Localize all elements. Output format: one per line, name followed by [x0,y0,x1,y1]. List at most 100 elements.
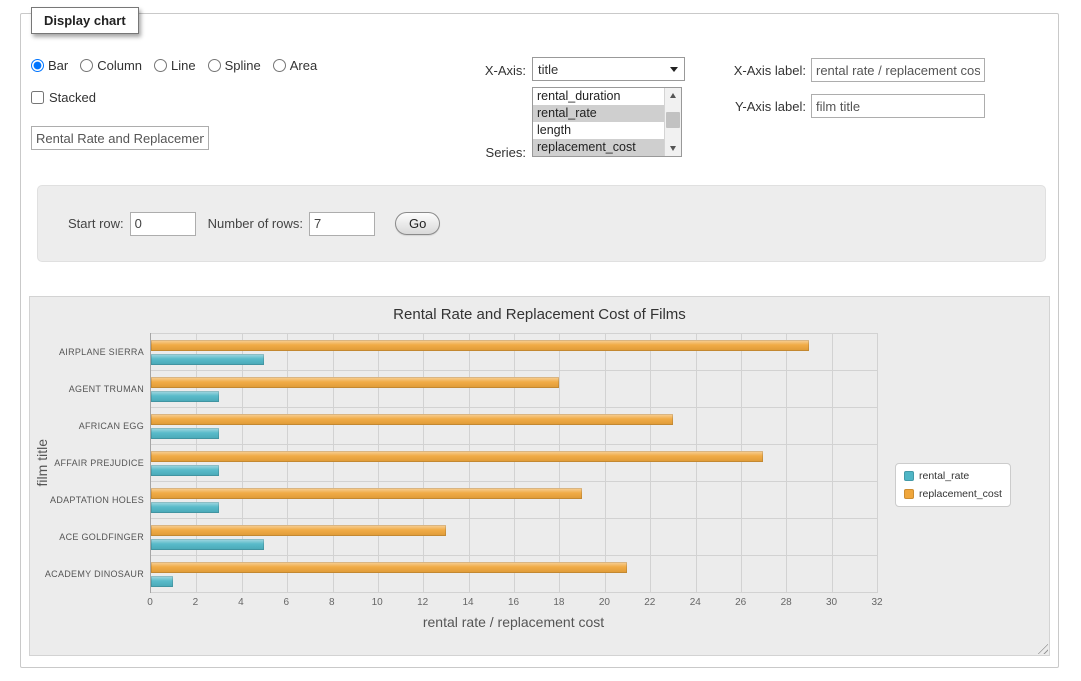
x-tick-label: 10 [372,597,383,608]
category-label: ADAPTATION HOLES [50,482,144,519]
bar-replacement_cost[interactable] [151,525,446,536]
chart-panel: Rental Rate and Replacement Cost of Film… [29,296,1050,656]
x-axis-label-input[interactable] [811,58,985,82]
x-tick-label: 22 [644,597,655,608]
x-axis-ticks: 02468101214161820222426283032 [150,597,877,609]
y-axis-label-input[interactable] [811,94,985,118]
chart-type-option-area[interactable]: Area [273,58,317,73]
scroll-track[interactable] [665,103,681,141]
bar-rental_rate[interactable] [151,428,219,439]
go-button[interactable]: Go [395,212,440,235]
series-options: rental_durationrental_ratelengthreplacem… [533,88,664,156]
bar-rows [151,333,877,593]
stacked-checkbox-row[interactable]: Stacked [31,90,96,105]
gridline [877,333,878,593]
x-tick-label: 2 [193,597,199,608]
series-option-replacement_cost[interactable]: replacement_cost [533,139,664,156]
series-option-length[interactable]: length [533,122,664,139]
bar-replacement_cost[interactable] [151,562,627,573]
bar-rental_rate[interactable] [151,354,264,365]
bar-group [151,519,877,556]
start-row-label: Start row: [68,216,124,231]
legend-swatch [904,489,914,499]
x-tick-label: 32 [871,597,882,608]
legend-item-rental_rate[interactable]: rental_rate [904,470,1002,482]
chart-type-label: Spline [225,58,261,73]
series-option-rental_rate[interactable]: rental_rate [533,105,664,122]
chart-type-label: Bar [48,58,68,73]
chart-type-label: Column [97,58,142,73]
start-row-input[interactable] [130,212,196,236]
scroll-up-button[interactable] [665,88,681,103]
x-tick-label: 6 [284,597,290,608]
bar-group [151,334,877,371]
chart-type-option-bar[interactable]: Bar [31,58,68,73]
category-label: ACE GOLDFINGER [50,519,144,556]
x-tick-label: 30 [826,597,837,608]
chart-type-radio-bar[interactable] [31,59,44,72]
bar-rental_rate[interactable] [151,576,173,587]
series-listbox[interactable]: rental_durationrental_ratelengthreplacem… [532,87,682,157]
chart-type-radio-line[interactable] [154,59,167,72]
chart-type-option-column[interactable]: Column [80,58,142,73]
row-controls-panel: Start row: Number of rows: Go [37,185,1046,262]
x-tick-label: 24 [690,597,701,608]
bar-group [151,556,877,593]
stacked-checkbox[interactable] [31,91,44,104]
legend-swatch [904,471,914,481]
bar-replacement_cost[interactable] [151,377,559,388]
bar-replacement_cost[interactable] [151,340,809,351]
bar-replacement_cost[interactable] [151,451,763,462]
bar-replacement_cost[interactable] [151,414,673,425]
chart-type-radio-area[interactable] [273,59,286,72]
series-listbox-label: Series: [441,145,526,161]
triangle-up-icon [670,93,676,98]
triangle-down-icon [670,146,676,151]
category-label: AGENT TRUMAN [50,370,144,407]
legend-item-replacement_cost[interactable]: replacement_cost [904,488,1002,500]
scroll-down-button[interactable] [665,141,681,156]
category-label: AFFAIR PREJUDICE [50,444,144,481]
x-axis-select-wrap: title [532,57,685,81]
category-label: AIRPLANE SIERRA [50,333,144,370]
series-option-rental_duration[interactable]: rental_duration [533,88,664,105]
number-of-rows-input[interactable] [309,212,375,236]
bar-rental_rate[interactable] [151,391,219,402]
x-tick-label: 14 [463,597,474,608]
bar-rental_rate[interactable] [151,465,219,476]
x-tick-label: 26 [735,597,746,608]
chart-title: Rental Rate and Replacement Cost of Film… [30,306,1049,323]
chart-type-label: Line [171,58,196,73]
listbox-scrollbar[interactable] [664,88,681,156]
x-tick-label: 8 [329,597,335,608]
x-axis-title: rental rate / replacement cost [150,614,877,630]
x-axis-select-label: X-Axis: [441,63,526,79]
chart-type-radio-group: Bar Column Line Spline Area [31,58,317,73]
x-axis-select[interactable]: title [532,57,685,81]
resize-handle-icon[interactable] [1035,641,1048,654]
number-of-rows-label: Number of rows: [208,216,303,231]
legend-label: rental_rate [919,470,969,482]
x-tick-label: 20 [599,597,610,608]
x-axis-label-label: X-Axis label: [706,63,806,79]
bar-rental_rate[interactable] [151,502,219,513]
chart-legend: rental_rate replacement_cost [895,463,1011,507]
x-tick-label: 28 [781,597,792,608]
chart-title-input[interactable] [31,126,209,150]
bar-replacement_cost[interactable] [151,488,582,499]
x-tick-label: 18 [553,597,564,608]
category-label: AFRICAN EGG [50,407,144,444]
scroll-thumb[interactable] [666,112,680,128]
category-axis-labels: AIRPLANE SIERRAAGENT TRUMANAFRICAN EGGAF… [50,333,144,593]
fieldset-legend: Display chart [31,7,139,34]
bar-group [151,371,877,408]
chart-type-radio-column[interactable] [80,59,93,72]
chart-type-option-spline[interactable]: Spline [208,58,261,73]
chart-type-radio-spline[interactable] [208,59,221,72]
chart-type-label: Area [290,58,317,73]
legend-label: replacement_cost [919,488,1002,500]
bar-rental_rate[interactable] [151,539,264,550]
stacked-label: Stacked [49,90,96,105]
bar-group [151,445,877,482]
chart-type-option-line[interactable]: Line [154,58,196,73]
